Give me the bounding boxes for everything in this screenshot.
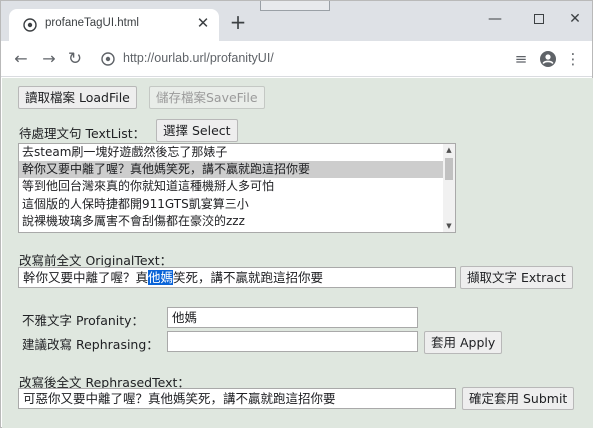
apply-button[interactable]: 套用 Apply (424, 331, 503, 354)
text-list[interactable]: 去steam刷一塊好遊戲然後忘了那婊子 幹你又要中離了喔？真他媽笑死，講不贏就跑… (18, 143, 456, 233)
profile-icon[interactable] (537, 49, 559, 69)
browser-window: profaneTagUI.html ✕ + — ✕ ← → ↻ http://o… (0, 0, 593, 428)
reading-list-icon[interactable]: ≡ (511, 49, 531, 69)
list-item[interactable]: 這個版的人保時捷都開911GTS凱宴算三小 (19, 196, 443, 213)
original-text-after: 笑死，講不贏就跑這招你要 (173, 270, 324, 285)
profanity-field[interactable]: 他媽 (167, 307, 418, 328)
list-item[interactable]: 去steam刷一塊好遊戲然後忘了那婊子 (19, 144, 443, 161)
save-file-button: 儲存檔案SaveFile (149, 86, 265, 109)
browser-toolbar: ← → ↻ http://ourlab.url/profanityUI/ ≡ ⋮ (1, 41, 592, 77)
page-content: 讀取檔案 LoadFile 儲存檔案SaveFile 待處理文句 TextLis… (2, 78, 593, 428)
window-drag-handle[interactable] (260, 1, 330, 11)
scroll-thumb[interactable] (445, 158, 453, 180)
select-button[interactable]: 選擇 Select (156, 119, 238, 142)
back-arrow-icon[interactable]: ← (11, 49, 31, 69)
list-item-selected[interactable]: 幹你又要中離了喔？真他媽笑死，講不贏就跑這招你要 (19, 161, 443, 179)
list-item[interactable]: 說裸機玻璃多厲害不會刮傷都在豪洨的zzz (19, 213, 443, 230)
tab-profanetagui[interactable]: profaneTagUI.html ✕ (9, 9, 219, 41)
rephrased-text-field[interactable]: 可惡你又要中離了喔？真他媽笑死，講不贏就跑這招你要 (18, 388, 456, 409)
forward-arrow-icon[interactable]: → (39, 49, 59, 69)
close-icon[interactable]: ✕ (195, 15, 211, 31)
maximize-icon[interactable] (527, 9, 551, 29)
list-item[interactable]: 等到他回台灣來真的你就知道這種機掰人多可怕 (19, 178, 443, 195)
rephrasing-field[interactable] (167, 331, 418, 352)
extract-button[interactable]: 擷取文字 Extract (460, 266, 573, 289)
original-text-field[interactable]: 幹你又要中離了喔？真他媽笑死，講不贏就跑這招你要 (18, 267, 456, 288)
list-scrollbar[interactable]: ▲ ▼ (443, 144, 455, 232)
rephrasing-label: 建議改寫 Rephrasing： (22, 337, 159, 352)
tab-title: profaneTagUI.html (45, 17, 139, 29)
original-text-selection: 他媽 (148, 270, 174, 285)
reload-icon[interactable]: ↻ (65, 49, 85, 69)
scroll-down-icon[interactable]: ▼ (443, 220, 455, 232)
load-file-button[interactable]: 讀取檔案 LoadFile (18, 86, 137, 109)
globe-icon[interactable] (101, 52, 115, 66)
window-close-icon[interactable]: ✕ (563, 9, 587, 29)
address-bar[interactable]: http://ourlab.url/profanityUI/ (91, 45, 495, 73)
tab-strip: profaneTagUI.html ✕ + — ✕ (1, 1, 592, 41)
textlist-label: 待處理文句 TextList： (19, 126, 146, 141)
original-text-before: 幹你又要中離了喔？真 (23, 270, 149, 285)
plus-icon[interactable]: + (228, 12, 248, 33)
globe-icon (23, 18, 37, 32)
minimize-icon[interactable]: — (483, 9, 507, 29)
kebab-menu-icon[interactable]: ⋮ (565, 49, 581, 69)
url-text[interactable]: http://ourlab.url/profanityUI/ (123, 51, 274, 65)
profanity-label: 不雅文字 Profanity： (22, 313, 145, 328)
submit-button[interactable]: 確定套用 Submit (462, 387, 575, 410)
scroll-up-icon[interactable]: ▲ (443, 144, 455, 156)
